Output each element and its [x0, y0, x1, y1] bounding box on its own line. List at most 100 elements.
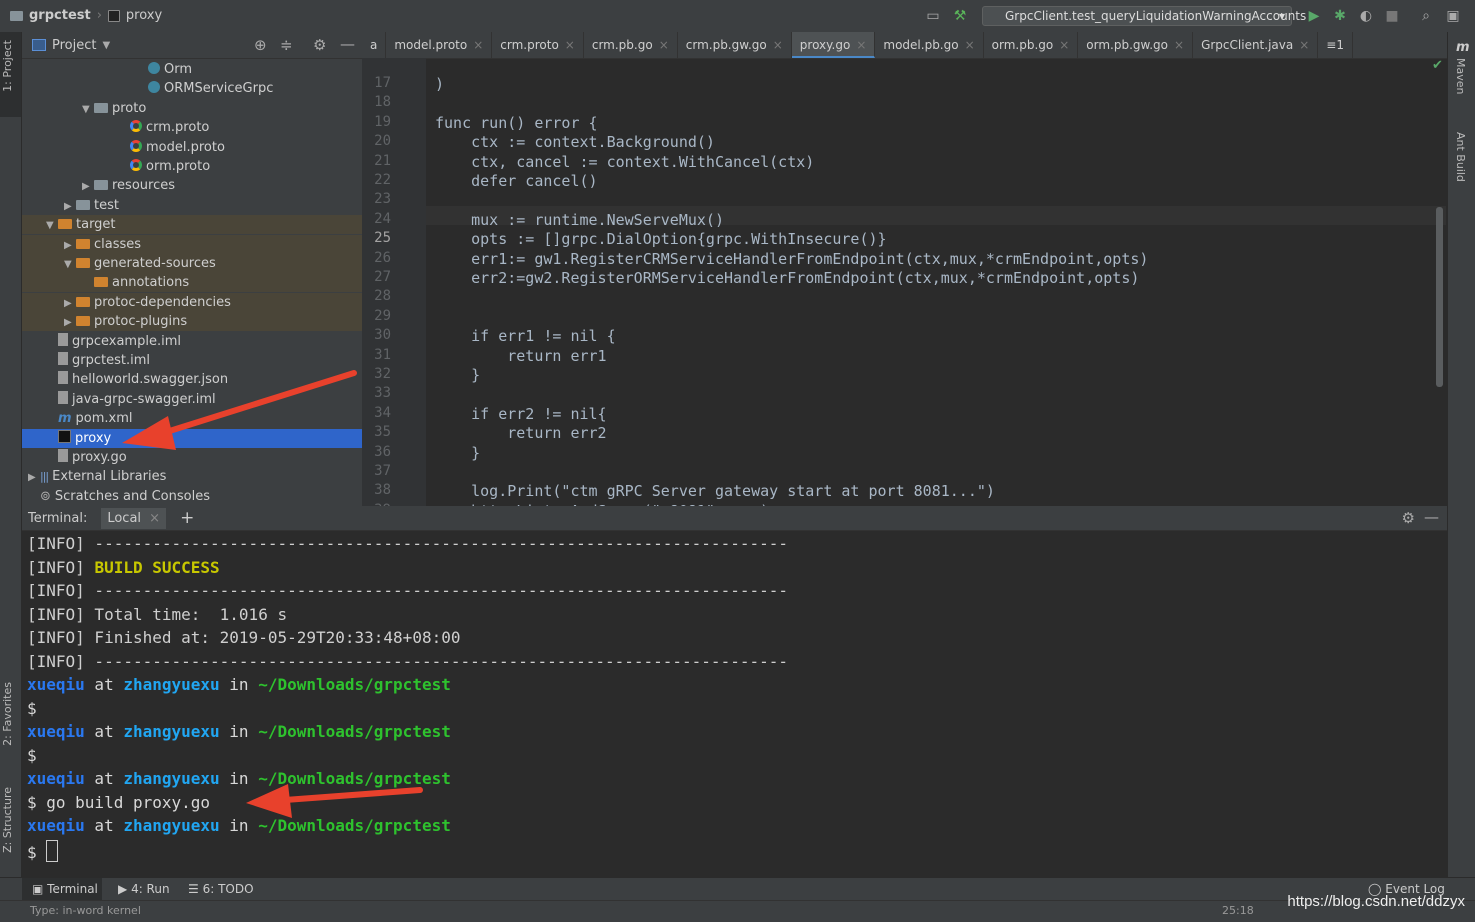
prompt-user: xueqiu — [27, 769, 85, 788]
maven-tool-tab[interactable]: Maven — [1454, 58, 1467, 94]
code-line: func run() error { — [435, 113, 598, 132]
code-line: err2:=gw2.RegisterORMServiceHandlerFromE… — [435, 269, 1140, 287]
editor-tab[interactable]: proxy.go × — [791, 32, 876, 58]
favorites-tool-tab[interactable]: 2: Favorites — [1, 682, 14, 746]
editor-tab[interactable]: crm.pb.go × — [584, 32, 678, 58]
locate-icon[interactable]: ⊕ — [254, 36, 267, 54]
editor-tab[interactable]: orm.pb.go × — [984, 32, 1079, 58]
hide-icon[interactable]: — — [1424, 508, 1439, 526]
breadcrumb-project[interactable]: grpctest — [29, 8, 91, 23]
editor-tab[interactable]: model.proto × — [386, 32, 493, 58]
status-bar: Type: in-word kernel 25:18 — [0, 900, 1475, 922]
build-hammer-icon[interactable]: ⚒ — [952, 8, 968, 24]
expand-right-icon[interactable]: ▶ — [82, 177, 94, 196]
layout-icon[interactable]: ▭ — [925, 8, 941, 24]
editor-tab[interactable]: ≡1 — [1318, 32, 1353, 58]
tree-item[interactable]: ▼ proto — [22, 99, 362, 118]
close-icon[interactable]: × — [1059, 38, 1069, 52]
prompt-word: at — [84, 816, 124, 835]
terminal-text: ----------------------------------------… — [84, 651, 788, 671]
close-icon[interactable]: × — [1174, 38, 1184, 52]
close-icon[interactable]: × — [965, 38, 975, 52]
close-icon[interactable]: × — [1299, 38, 1309, 52]
run-tool-tab[interactable]: ▶ 4: Run — [118, 882, 170, 896]
breadcrumb: grpctest › proxy — [10, 8, 162, 23]
project-view-select[interactable]: Project — [52, 38, 96, 53]
run-configuration-select[interactable]: GrpcClient.test_queryLiquidationWarningA… — [982, 6, 1306, 26]
close-icon[interactable]: × — [773, 38, 783, 52]
tree-item[interactable]: ⊚ Scratches and Consoles — [22, 487, 362, 506]
editor-tab[interactable]: crm.proto × — [492, 32, 584, 58]
project-structure-icon[interactable]: ▣ — [1445, 8, 1461, 24]
terminal-tool-tab[interactable]: ▣ Terminal — [32, 882, 98, 896]
proto-icon — [130, 139, 142, 152]
structure-tool-tab[interactable]: Z: Structure — [1, 787, 14, 853]
project-tool-tab[interactable]: 1: Project — [1, 40, 14, 92]
terminal-tab-local[interactable]: Local × — [101, 507, 167, 529]
gear-icon[interactable]: ⚙ — [1402, 509, 1415, 527]
editor-tab[interactable]: model.pb.go × — [875, 32, 984, 58]
line-number: 32 — [374, 366, 391, 382]
stop-icon[interactable]: ■ — [1384, 8, 1400, 24]
todo-tool-tab[interactable]: ☰ 6: TODO — [188, 882, 254, 896]
expand-down-icon[interactable]: ▼ — [82, 100, 94, 119]
search-icon[interactable]: ⌕ — [1418, 8, 1434, 24]
expand-down-icon[interactable]: ▼ — [46, 216, 58, 235]
editor-tab[interactable]: GrpcClient.java × — [1193, 32, 1319, 58]
tree-item[interactable]: ▼ target — [22, 215, 362, 235]
tree-item[interactable]: ▶ ||| External Libraries — [22, 467, 362, 486]
left-tool-strip: 1: Project 2: Favorites Z: Structure — [0, 32, 22, 877]
editor-tab[interactable]: orm.pb.gw.go × — [1078, 32, 1194, 58]
prompt-word: at — [84, 722, 124, 741]
tree-item[interactable]: ▶ protoc-dependencies — [22, 292, 362, 313]
tree-item[interactable]: java-grpc-swagger.iml — [22, 390, 362, 409]
tree-item[interactable]: proxy.go — [22, 448, 362, 467]
tree-item[interactable]: orm.proto — [22, 157, 362, 176]
hide-icon[interactable]: — — [340, 35, 355, 53]
expand-right-icon[interactable]: ▶ — [64, 313, 76, 332]
cursor-position[interactable]: 25:18 — [1222, 904, 1254, 917]
editor-tab[interactable]: crm.pb.gw.go × — [678, 32, 792, 58]
expand-down-icon[interactable]: ▼ — [64, 255, 76, 274]
tree-item[interactable]: ▶ classes — [22, 234, 362, 255]
new-terminal-icon[interactable]: + — [180, 508, 194, 528]
code-line: defer cancel() — [435, 172, 598, 190]
tree-item[interactable]: grpctest.iml — [22, 351, 362, 370]
close-icon[interactable]: × — [659, 38, 669, 52]
tree-item[interactable]: annotations — [22, 273, 362, 293]
expand-right-icon[interactable]: ▶ — [64, 294, 76, 313]
terminal-text: Finished at: 2019-05-29T20:33:48+08:00 — [84, 628, 461, 647]
ant-build-tool-tab[interactable]: Ant Build — [1454, 132, 1467, 182]
tree-item[interactable]: crm.proto — [22, 118, 362, 137]
code-line: return err2 — [435, 424, 607, 443]
expand-right-icon[interactable]: ▶ — [28, 468, 40, 487]
tree-item[interactable]: helloworld.swagger.json — [22, 370, 362, 389]
close-icon[interactable]: × — [565, 38, 575, 52]
debug-icon[interactable]: ✱ — [1332, 8, 1348, 24]
tree-item[interactable]: ▼ generated-sources — [22, 254, 362, 273]
tree-item[interactable]: ▶ resources — [22, 176, 362, 195]
editor-scrollbar[interactable] — [1436, 207, 1443, 387]
collapse-all-icon[interactable]: ≑ — [280, 36, 293, 54]
chevron-down-icon[interactable]: ▼ — [102, 40, 110, 51]
gear-icon[interactable]: ⚙ — [313, 36, 326, 54]
run-icon[interactable]: ▶ — [1306, 8, 1322, 24]
tree-item[interactable]: m pom.xml — [22, 409, 362, 428]
expand-right-icon[interactable]: ▶ — [64, 236, 76, 255]
tree-item[interactable]: ORMServiceGrpc — [22, 79, 362, 98]
tree-item[interactable]: Orm — [22, 60, 362, 79]
tree-item[interactable]: proxy — [22, 428, 362, 448]
breadcrumb-file[interactable]: proxy — [126, 8, 162, 23]
close-icon[interactable]: × — [856, 38, 866, 52]
close-icon[interactable]: × — [473, 38, 483, 52]
cyan-icon — [148, 81, 160, 94]
close-icon[interactable]: × — [149, 511, 160, 526]
editor-tab[interactable]: a — [362, 32, 387, 58]
expand-right-icon[interactable]: ▶ — [64, 197, 76, 216]
coverage-icon[interactable]: ◐ — [1358, 8, 1374, 24]
tree-item[interactable]: ▶ protoc-plugins — [22, 312, 362, 332]
tree-item[interactable]: grpcexample.iml — [22, 332, 362, 351]
tree-item-label: protoc-dependencies — [94, 294, 231, 310]
tree-item[interactable]: ▶ test — [22, 196, 362, 215]
tree-item[interactable]: model.proto — [22, 138, 362, 157]
